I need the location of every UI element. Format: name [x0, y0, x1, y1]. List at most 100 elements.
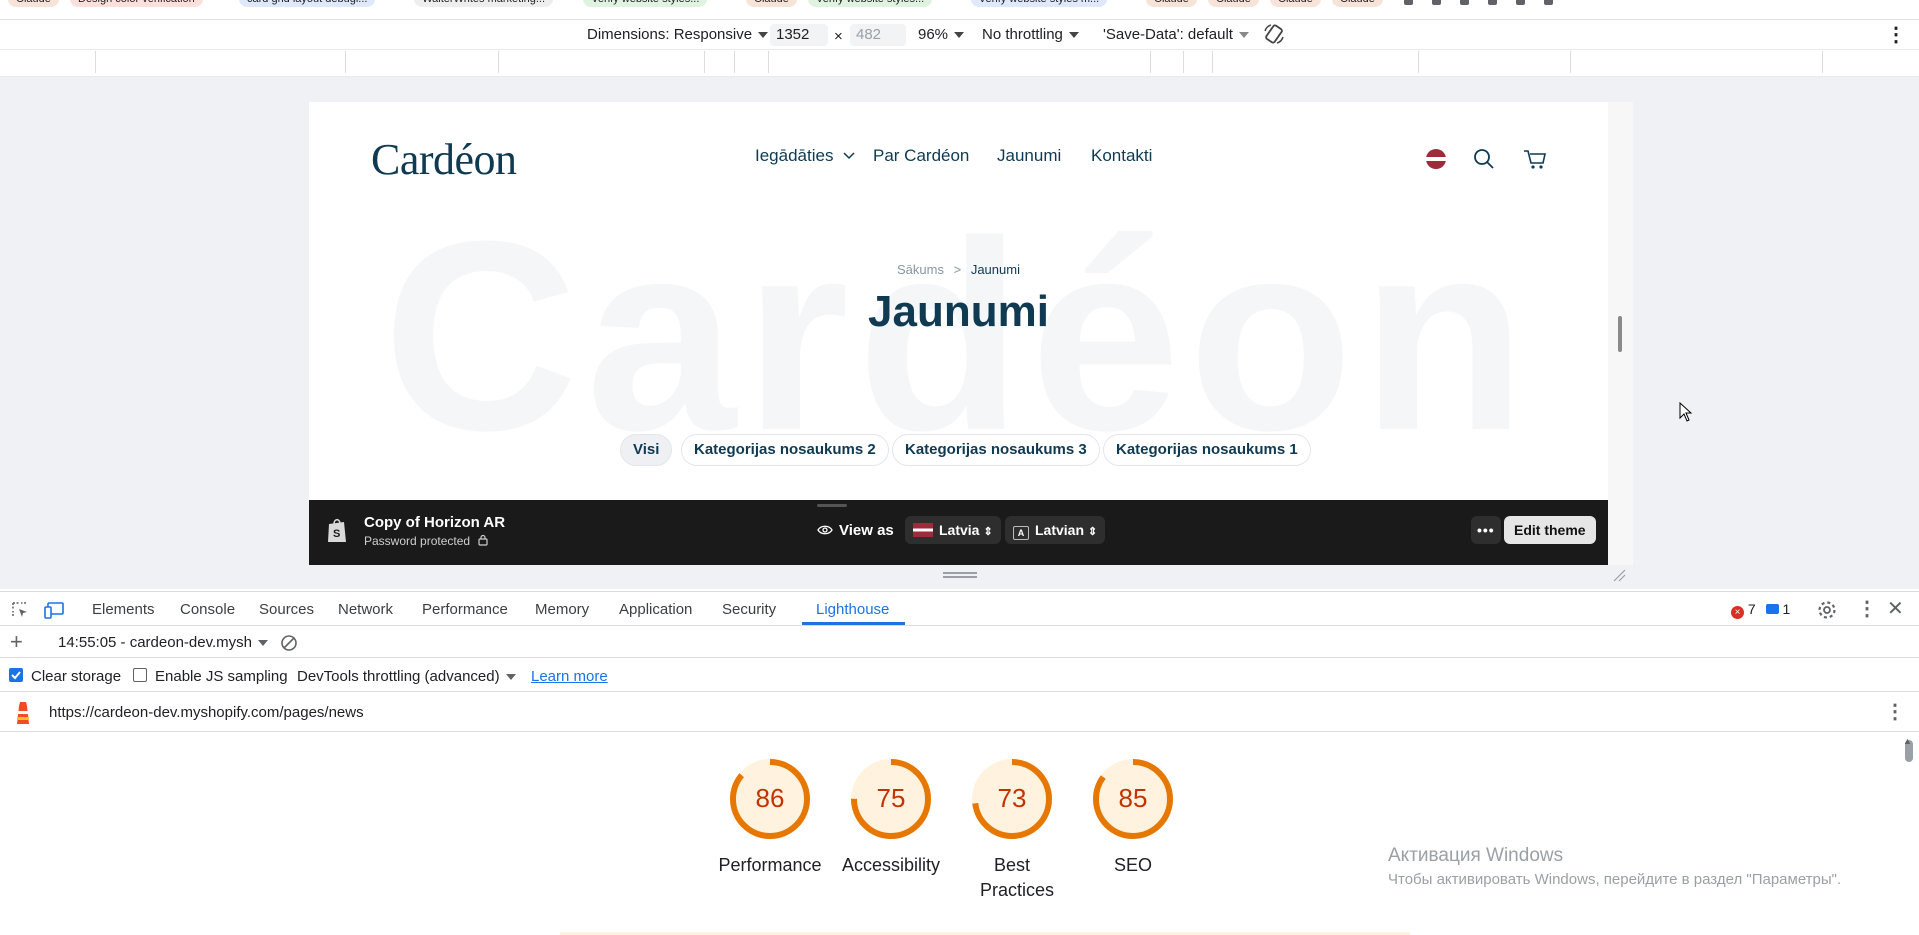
nav-item-kontakti[interactable]: Kontakti: [1091, 146, 1152, 166]
tab-group-chip[interactable]: Claude: [1270, 0, 1321, 7]
tab-group-chip[interactable]: Claude: [746, 0, 797, 7]
updown-icon: ⇕: [983, 526, 993, 538]
caret-down-icon: [258, 640, 268, 647]
tab-memory[interactable]: Memory: [535, 601, 589, 618]
throttling-select[interactable]: DevTools throttling (advanced): [297, 668, 516, 685]
tab-sources[interactable]: Sources: [259, 601, 314, 618]
devtools-more-icon[interactable]: ⋮: [1857, 596, 1877, 621]
nav-item-iegadaties[interactable]: Iegādāties: [755, 146, 856, 166]
tab-group-chip[interactable]: Claude: [8, 0, 59, 7]
ruler-tick: [704, 51, 705, 73]
dimensions-dropdown[interactable]: Dimensions: Responsive: [587, 26, 769, 43]
learn-more-link[interactable]: Learn more: [531, 668, 608, 685]
tab-group-chip[interactable]: Design color verification: [70, 0, 203, 7]
tab-console[interactable]: Console: [180, 601, 235, 618]
pinned-tab-icon[interactable]: [1432, 0, 1441, 5]
emulated-page: Cardéon Cardéon Iegādāties Par Cardéon J…: [309, 102, 1608, 565]
tab-elements[interactable]: Elements: [92, 601, 155, 618]
clear-storage-checkbox[interactable]: [9, 668, 23, 682]
report-url[interactable]: https://cardeon-dev.myshopify.com/pages/…: [49, 704, 364, 721]
score-gauge-accessibility[interactable]: 75: [849, 757, 933, 841]
cart-icon[interactable]: [1522, 147, 1548, 171]
filter-kategorija-3[interactable]: Kategorijas nosaukums 3: [892, 434, 1100, 466]
caret-down-icon: [954, 32, 965, 39]
score-gauge-best-practices[interactable]: 73: [970, 757, 1054, 841]
view-as-text: View as: [839, 522, 894, 539]
filter-kategorija-1[interactable]: Kategorijas nosaukums 1: [1103, 434, 1311, 466]
tab-group-chip[interactable]: Claude: [1146, 0, 1197, 7]
settings-gear-icon[interactable]: [1816, 599, 1838, 621]
site-logo[interactable]: Cardéon: [371, 134, 517, 185]
clear-all-icon[interactable]: [280, 634, 298, 652]
pinned-tab-icon[interactable]: [1516, 0, 1525, 5]
tab-group-chip[interactable]: Claude: [1332, 0, 1383, 7]
scroll-up-arrow-icon[interactable]: ▲: [1903, 736, 1912, 746]
logo-watermark: Cardéon: [382, 186, 1535, 487]
new-report-icon[interactable]: +: [10, 629, 23, 655]
tab-application[interactable]: Application: [619, 601, 692, 618]
ruler-tick: [1418, 51, 1419, 73]
pinned-tab-icon[interactable]: [1544, 0, 1553, 5]
lighthouse-icon: [17, 702, 29, 724]
windows-activation-title: Активация Windows: [1388, 845, 1564, 866]
language-selector[interactable]: A Latvian ⇕: [1005, 516, 1106, 544]
tab-group-chip[interactable]: Verify website styles...: [583, 0, 708, 7]
edit-theme-button[interactable]: Edit theme: [1504, 516, 1596, 544]
drag-handle[interactable]: [817, 504, 847, 507]
view-as-label: View as: [817, 522, 894, 539]
tab-network[interactable]: Network: [338, 601, 393, 618]
tab-security[interactable]: Security: [722, 601, 776, 618]
more-options-icon[interactable]: •••: [1471, 516, 1501, 544]
issues-counter[interactable]: × 7 1: [1731, 601, 1790, 619]
device-toolbar-more-icon[interactable]: ⋮: [1886, 22, 1906, 47]
eye-icon: [817, 525, 833, 535]
tab-group-chip[interactable]: Claude: [1208, 0, 1259, 7]
pinned-tab-icon[interactable]: [1404, 0, 1413, 5]
dimensions-label: Dimensions: Responsive: [587, 26, 753, 43]
pinned-tab-icon[interactable]: [1488, 0, 1497, 5]
save-data-dropdown[interactable]: 'Save-Data': default: [1103, 26, 1249, 43]
zoom-dropdown[interactable]: 96%: [918, 26, 965, 43]
pinned-tab-icon[interactable]: [1460, 0, 1469, 5]
filter-visi[interactable]: Visi: [620, 434, 673, 466]
windows-activation-subtitle: Чтобы активировать Windows, перейдите в …: [1388, 871, 1842, 888]
ruler-tick: [1212, 51, 1213, 73]
ruler-tick: [498, 51, 499, 73]
throttling-dropdown[interactable]: No throttling: [982, 26, 1079, 43]
tab-performance[interactable]: Performance: [422, 601, 508, 618]
country-selector[interactable]: Latvia ⇕: [905, 516, 1001, 544]
score-gauge-seo[interactable]: 85: [1091, 757, 1175, 841]
resize-handle-bottom[interactable]: [943, 572, 977, 574]
filter-kategorija-2[interactable]: Kategorijas nosaukums 2: [681, 434, 889, 466]
width-input[interactable]: 1352: [770, 24, 828, 46]
checkmark-icon: [11, 671, 21, 680]
browser-tab-strip: Claude Design color verification card grid…: [0, 0, 1919, 20]
updown-icon: ⇕: [1088, 526, 1098, 538]
nav-item-par-cardeon[interactable]: Par Cardéon: [873, 146, 969, 166]
resize-corner-icon[interactable]: [1612, 568, 1626, 582]
lighthouse-settings-row: Clear storage Enable JS sampling DevTool…: [0, 659, 1919, 692]
nav-item-jaunumi[interactable]: Jaunumi: [997, 146, 1061, 166]
tab-lighthouse[interactable]: Lighthouse: [816, 601, 889, 618]
rotate-button[interactable]: [1263, 23, 1285, 49]
latvia-flag-icon[interactable]: [1426, 149, 1446, 169]
inspect-element-icon[interactable]: [10, 600, 30, 620]
page-scrollbar-thumb[interactable]: [1618, 316, 1622, 352]
report-selector[interactable]: 14:55:05 - cardeon-dev.mysh: [58, 634, 268, 651]
report-more-icon[interactable]: ⋮: [1885, 699, 1905, 724]
tab-group-chip[interactable]: WalterWrites marketing...: [414, 0, 554, 7]
tab-group-chip[interactable]: card grid layout debugi...: [239, 0, 376, 7]
breadcrumb: Sākums > Jaunumi: [309, 262, 1608, 277]
score-gauge-performance[interactable]: 86: [728, 757, 812, 841]
tab-group-chip[interactable]: Verify website styles...: [808, 0, 933, 7]
translate-icon: A: [1013, 526, 1029, 540]
device-toggle-icon[interactable]: [44, 600, 66, 620]
tab-group-chip[interactable]: Verify website styles m...: [970, 0, 1108, 7]
close-devtools-icon[interactable]: ✕: [1887, 596, 1904, 621]
height-input[interactable]: 482: [850, 24, 906, 46]
enable-js-sampling-checkbox[interactable]: [133, 668, 147, 682]
breadcrumb-home[interactable]: Sākums: [897, 262, 944, 277]
media-query-ruler[interactable]: [0, 51, 1919, 77]
score-label-accessibility: Accessibility: [841, 855, 941, 875]
search-icon[interactable]: [1472, 147, 1496, 171]
